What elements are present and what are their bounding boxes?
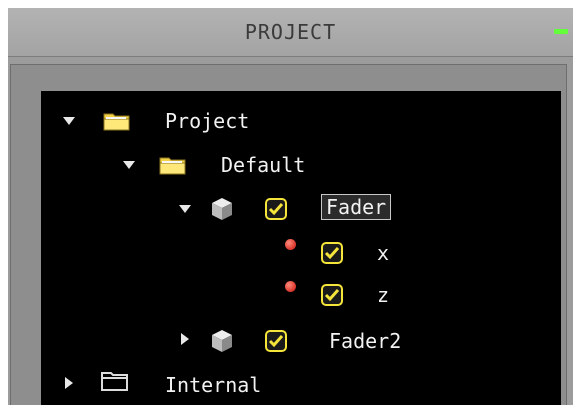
tree-item-label: z bbox=[377, 283, 390, 307]
window-title: PROJECT bbox=[244, 20, 337, 44]
tree-item-project[interactable]: Project bbox=[41, 101, 561, 141]
tree-item-label-selected: Fader bbox=[321, 194, 392, 220]
checkbox-checked-icon[interactable] bbox=[265, 330, 287, 352]
cube-icon bbox=[212, 198, 232, 220]
checkbox-checked-icon[interactable] bbox=[321, 284, 343, 306]
folder-open-icon bbox=[159, 157, 186, 175]
expand-arrow-icon[interactable] bbox=[179, 205, 191, 213]
tree-item-internal[interactable]: Internal bbox=[41, 365, 561, 405]
tree-item-label: Default bbox=[221, 153, 306, 177]
checkbox-checked-icon[interactable] bbox=[265, 198, 287, 220]
collapse-arrow-icon[interactable] bbox=[181, 333, 189, 345]
tree-item-label: Project bbox=[165, 109, 250, 133]
folder-open-icon bbox=[103, 113, 130, 131]
title-bar[interactable]: PROJECT bbox=[8, 8, 573, 57]
expand-arrow-icon[interactable] bbox=[63, 117, 75, 125]
tree-item-z[interactable]: z bbox=[41, 273, 561, 313]
tree-item-default[interactable]: Default bbox=[41, 145, 561, 185]
red-dot-icon bbox=[285, 281, 296, 292]
folder-closed-icon bbox=[101, 372, 128, 391]
collapse-arrow-icon[interactable] bbox=[65, 377, 73, 389]
project-panel: Project Default Fader x z Fader2 Interna… bbox=[10, 64, 567, 405]
tree-item-fader2[interactable]: Fader2 bbox=[41, 321, 561, 361]
tree-item-label: Internal bbox=[165, 373, 262, 397]
tree-item-label: x bbox=[377, 241, 390, 265]
cube-icon bbox=[212, 330, 232, 352]
minimize-button[interactable] bbox=[554, 29, 568, 34]
red-dot-icon bbox=[285, 239, 296, 250]
tree-item-fader[interactable]: Fader bbox=[41, 189, 561, 229]
project-tree[interactable]: Project Default Fader x z Fader2 Interna… bbox=[41, 91, 561, 405]
tree-item-label: Fader2 bbox=[329, 329, 402, 353]
expand-arrow-icon[interactable] bbox=[123, 161, 135, 169]
project-window: PROJECT Project Default Fader x z Fader2… bbox=[8, 8, 573, 405]
checkbox-checked-icon[interactable] bbox=[321, 242, 343, 264]
tree-item-x[interactable]: x bbox=[41, 231, 561, 271]
